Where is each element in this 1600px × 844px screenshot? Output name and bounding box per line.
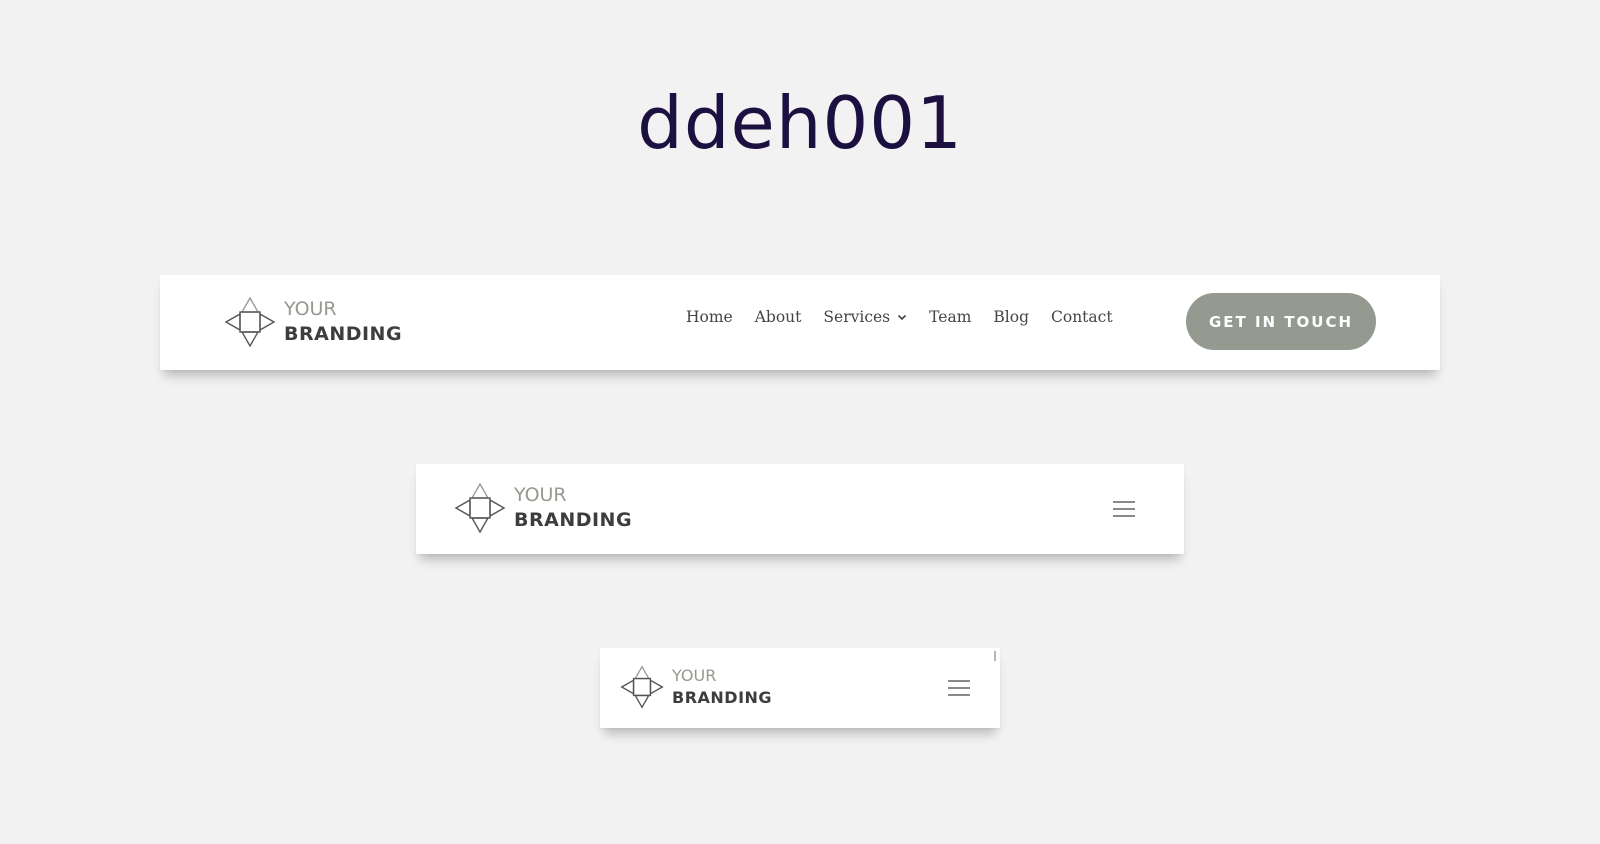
logo-line-branding: BRANDING	[284, 323, 403, 345]
nav-item-blog[interactable]: Blog	[993, 308, 1029, 326]
main-nav: Home About Services Team Blog Contact	[686, 308, 1113, 326]
hamburger-menu-icon[interactable]	[1113, 501, 1135, 517]
logo[interactable]: YOUR BRANDING	[620, 665, 772, 710]
nav-item-services[interactable]: Services	[823, 308, 907, 326]
diamond-compass-icon	[620, 665, 664, 710]
get-in-touch-button[interactable]: GET IN TOUCH	[1186, 293, 1376, 350]
logo-line-your: YOUR	[514, 484, 567, 507]
diamond-compass-icon	[224, 296, 276, 348]
nav-item-home[interactable]: Home	[686, 308, 733, 326]
desktop-header: YOUR BRANDING Home About Services Team B…	[160, 275, 1440, 370]
logo-line-branding: BRANDING	[514, 509, 633, 531]
logo[interactable]: YOUR BRANDING	[224, 296, 402, 348]
logo-line-your: YOUR	[284, 298, 337, 321]
logo[interactable]: YOUR BRANDING	[454, 482, 632, 534]
nav-item-label: Contact	[1051, 308, 1113, 326]
nav-item-label: Blog	[993, 308, 1029, 326]
hamburger-menu-icon[interactable]	[948, 680, 970, 696]
nav-item-label: Services	[823, 308, 891, 326]
logo-line-your: YOUR	[672, 666, 717, 685]
nav-item-about[interactable]: About	[755, 308, 802, 326]
scrollbar-indicator	[994, 651, 996, 661]
nav-item-label: Team	[929, 308, 972, 326]
diamond-compass-icon	[454, 482, 506, 534]
page-title: ddeh001	[637, 81, 963, 165]
nav-item-label: Home	[686, 308, 733, 326]
tablet-header: YOUR BRANDING	[416, 464, 1184, 554]
nav-item-contact[interactable]: Contact	[1051, 308, 1113, 326]
chevron-down-icon	[898, 314, 907, 320]
nav-item-label: About	[754, 308, 802, 326]
logo-line-branding: BRANDING	[672, 688, 773, 708]
mobile-header: YOUR BRANDING	[600, 648, 1000, 728]
nav-item-team[interactable]: Team	[929, 308, 971, 326]
